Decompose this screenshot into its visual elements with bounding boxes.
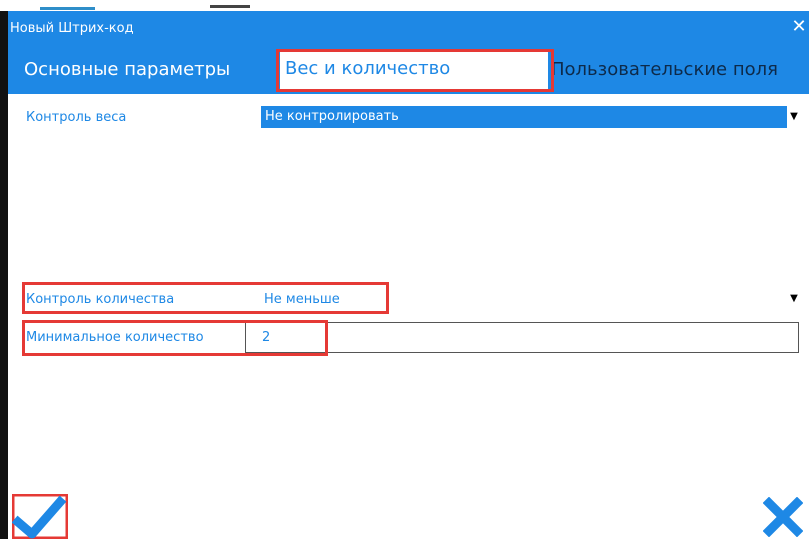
tab-custom-fields[interactable]: Пользовательские поля [551, 59, 778, 80]
tab-main-parameters[interactable]: Основные параметры [24, 59, 230, 80]
chevron-down-icon[interactable]: ▼ [787, 293, 801, 304]
close-icon[interactable]: ✕ [789, 17, 809, 37]
ok-button[interactable] [9, 491, 71, 542]
background-strip [0, 0, 809, 11]
background-bar [40, 7, 95, 10]
quantity-control-select[interactable]: Не меньше [264, 292, 340, 307]
close-icon [762, 496, 804, 538]
quantity-control-label: Контроль количества [26, 292, 175, 307]
dialog-title: Новый Штрих-код [10, 21, 134, 36]
weight-control-select[interactable]: Не контролировать [261, 106, 787, 128]
background-bar [210, 5, 250, 8]
cancel-button[interactable] [762, 496, 804, 538]
min-quantity-field[interactable]: 2 [245, 322, 799, 353]
checkmark-icon [9, 491, 71, 542]
barcode-dialog: Новый Штрих-код ✕ Основные параметры Вес… [0, 11, 809, 542]
tab-weight-quantity[interactable]: Вес и количество [280, 51, 548, 89]
dialog-header: Новый Штрих-код ✕ Основные параметры Вес… [8, 11, 809, 94]
chevron-down-icon[interactable]: ▼ [787, 111, 801, 122]
min-quantity-label: Минимальное количество [26, 330, 204, 345]
weight-control-label: Контроль веса [26, 110, 127, 125]
min-quantity-value: 2 [262, 330, 271, 345]
